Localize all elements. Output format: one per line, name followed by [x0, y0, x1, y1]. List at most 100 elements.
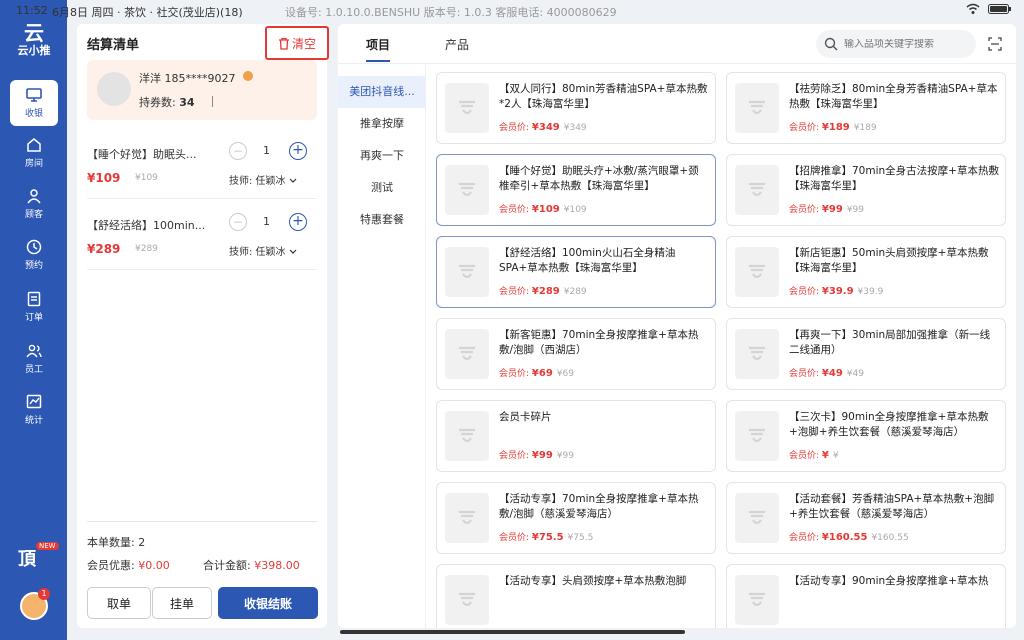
- product-card[interactable]: 【舒经活络】100min火山石全身精油SPA+草本热敷【珠海富华里】会员价: ¥…: [436, 236, 716, 308]
- product-card[interactable]: 【祛劳除乏】80min全身芳香精油SPA+草本热敷【珠海富华里】会员价: ¥18…: [726, 72, 1006, 144]
- nav-item-booking[interactable]: 预约: [10, 232, 58, 278]
- member-avatar: [97, 72, 131, 106]
- member-name: 洋洋 185****9027: [139, 72, 236, 85]
- product-price: 会员价: ¥39.9 ¥39.9: [789, 286, 884, 297]
- nav-label: 统计: [24, 416, 43, 426]
- product-card[interactable]: 【三次卡】90min全身按摩推拿+草本热敷+泡脚+养生饮套餐（慈溪爱琴海店） 会员…: [726, 400, 1006, 472]
- nav-item-customer[interactable]: 顾客: [10, 181, 58, 227]
- divider: [87, 269, 317, 270]
- nav-item-stats[interactable]: 统计: [10, 387, 58, 433]
- product-price: 会员价: ¥99 ¥99: [499, 450, 574, 461]
- product-price: 会员价: ¥75.5 ¥75.5: [499, 532, 594, 543]
- total-amount: 合计金额: ¥398.00: [203, 559, 300, 572]
- product-card[interactable]: 【招牌推拿】70min全身古法按摩+草本热敷【珠海富华里】 会员价: ¥99 ¥99: [726, 154, 1006, 226]
- status-bar: 11:52 6月8日 周四 · 茶饮 · 社交(茂业店)(18) 设备号: 1.…: [0, 0, 1024, 22]
- nav-label: 房间: [24, 159, 43, 169]
- product-title: 【活动专享】90min全身按摩推拿+草本热: [789, 575, 989, 587]
- decrease-button[interactable]: −: [229, 142, 247, 160]
- placeholder-image-icon: [445, 493, 489, 543]
- member-level-icon: [243, 71, 253, 81]
- product-tabs: 项目 产品: [338, 24, 1016, 64]
- monitor-icon: [26, 88, 42, 102]
- checkout-button[interactable]: 收银结账: [218, 587, 318, 619]
- placeholder-image-icon: [735, 329, 779, 379]
- product-card[interactable]: 【双人同行】80min芳香精油SPA+草本热敷*2人【珠海富华里】 会员价: ¥3…: [436, 72, 716, 144]
- clear-cart-button[interactable]: 清空: [265, 26, 329, 60]
- product-title: 会员卡碎片: [499, 411, 552, 423]
- product-price: 会员价: ¥189 ¥189: [789, 122, 877, 133]
- notification-badge: 1: [38, 588, 50, 600]
- product-card[interactable]: 【活动专享】90min全身按摩推拿+草本热: [726, 564, 1006, 628]
- product-title: 【祛劳除乏】80min全身芳香精油SPA+草本热敷【珠海富华里】: [789, 83, 998, 110]
- nav-item-cashier[interactable]: 收银: [10, 80, 58, 126]
- hold-order-button[interactable]: 挂单: [152, 587, 212, 619]
- product-title: 【再爽一下】30min局部加强推拿（新一线二线通用）: [789, 329, 991, 356]
- product-price: 会员价: ¥109 ¥109: [499, 204, 587, 215]
- placeholder-image-icon: [445, 165, 489, 215]
- product-title: 【双人同行】80min芳香精油SPA+草本热敷*2人【珠海富华里】: [499, 83, 708, 110]
- product-price: 会员价: ¥99 ¥99: [789, 204, 864, 215]
- tab-products[interactable]: 产品: [445, 36, 469, 53]
- cart-title: 结算清单: [87, 38, 140, 53]
- category-item[interactable]: 特惠套餐: [338, 204, 426, 236]
- product-card[interactable]: 【活动专享】70min全身按摩推拿+草本热敷/泡脚（慈溪爱琴海店） 会员价: ¥7…: [436, 482, 716, 554]
- product-title: 【睡个好觉】助眠头疗+冰敷/蒸汽眼罩+颈椎牵引+草本热敷【珠海富华里】: [499, 165, 699, 192]
- placeholder-image-icon: [445, 247, 489, 297]
- app-logo: 云 云小推: [17, 21, 51, 57]
- main-nav: 云 云小推 收银 房间 顾客 预约 订单 员工 统计 頂 NEW 1: [0, 0, 67, 640]
- battery-icon: [988, 4, 1011, 14]
- product-orig-price: ¥189: [853, 123, 877, 133]
- status-icons: [966, 3, 1012, 15]
- product-card[interactable]: 【活动专享】头肩颈按摩+草本热敷泡脚: [436, 564, 716, 628]
- product-orig-price: ¥39.9: [857, 287, 884, 297]
- technician-select[interactable]: 技师: 任颖冰: [229, 243, 297, 258]
- nav-label: 顾客: [24, 210, 43, 220]
- product-orig-price: ¥160.55: [871, 533, 909, 543]
- category-item[interactable]: 推拿按摩: [338, 108, 426, 140]
- product-card[interactable]: 会员卡碎片会员价: ¥99 ¥99: [436, 400, 716, 472]
- search-input[interactable]: [844, 38, 964, 50]
- product-card[interactable]: 【新客钜惠】70min全身按摩推拿+草本热敷/泡脚（西湖店） 会员价: ¥69 ¥6…: [436, 318, 716, 390]
- product-price: 会员价: ¥289 ¥289: [499, 286, 587, 297]
- placeholder-image-icon: [735, 411, 779, 461]
- increase-button[interactable]: +: [289, 142, 307, 160]
- member-discount: 会员优惠: ¥0.00: [87, 559, 170, 572]
- cart-item-name: 【舒经活络】100min...: [87, 219, 206, 232]
- product-card[interactable]: 【再爽一下】30min局部加强推拿（新一线二线通用） 会员价: ¥49 ¥49: [726, 318, 1006, 390]
- product-price: 会员价: ¥160.55 ¥160.55: [789, 532, 909, 543]
- nav-label: 预约: [24, 261, 43, 271]
- scan-icon[interactable]: [988, 37, 1002, 51]
- category-item[interactable]: 美团抖音线...: [338, 76, 426, 108]
- document-icon: [27, 291, 41, 307]
- product-orig-price: ¥109: [563, 205, 587, 215]
- tab-services[interactable]: 项目: [366, 36, 390, 53]
- home-indicator: [340, 630, 685, 634]
- product-price: 会员价: ¥ ¥: [789, 450, 839, 461]
- item-count: 本单数量: 2: [87, 536, 146, 549]
- placeholder-image-icon: [735, 575, 779, 625]
- user-icon: [27, 189, 41, 204]
- search-box[interactable]: [816, 30, 976, 58]
- category-list: 美团抖音线... 推拿按摩 再爽一下 测试 特惠套餐: [338, 64, 426, 628]
- product-title: 【活动套餐】芳香精油SPA+草本热敷+泡脚+养生饮套餐（慈溪爱琴海店）: [789, 493, 995, 520]
- member-card[interactable]: 洋洋 185****9027 持券数: 34: [87, 60, 317, 120]
- product-title: 【舒经活络】100min火山石全身精油SPA+草本热敷【珠海富华里】: [499, 247, 676, 274]
- product-card[interactable]: 【活动套餐】芳香精油SPA+草本热敷+泡脚+养生饮套餐（慈溪爱琴海店） 会员价: …: [726, 482, 1006, 554]
- nav-item-staff[interactable]: 员工: [10, 336, 58, 382]
- product-title: 【三次卡】90min全身按摩推拿+草本热敷+泡脚+养生饮套餐（慈溪爱琴海店）: [789, 411, 989, 438]
- cancel-order-button[interactable]: 取单: [87, 587, 151, 619]
- chevron-down-icon: [289, 249, 297, 254]
- nav-label: 收银: [24, 109, 43, 119]
- decrease-button[interactable]: −: [229, 213, 247, 231]
- increase-button[interactable]: +: [289, 213, 307, 231]
- nav-item-orders[interactable]: 订单: [10, 284, 58, 330]
- technician-select[interactable]: 技师: 任颖冰: [229, 172, 297, 187]
- nav-item-room[interactable]: 房间: [10, 130, 58, 176]
- nav-label: 订单: [24, 313, 43, 323]
- category-item[interactable]: 测试: [338, 172, 426, 204]
- product-card[interactable]: 【睡个好觉】助眠头疗+冰敷/蒸汽眼罩+颈椎牵引+草本热敷【珠海富华里】会员价: …: [436, 154, 716, 226]
- clock-icon: [26, 239, 42, 255]
- product-orig-price: ¥349: [563, 123, 587, 133]
- category-item[interactable]: 再爽一下: [338, 140, 426, 172]
- product-card[interactable]: 【新店钜惠】50min头肩颈按摩+草本热敷【珠海富华里】 会员价: ¥39.9 ¥3…: [726, 236, 1006, 308]
